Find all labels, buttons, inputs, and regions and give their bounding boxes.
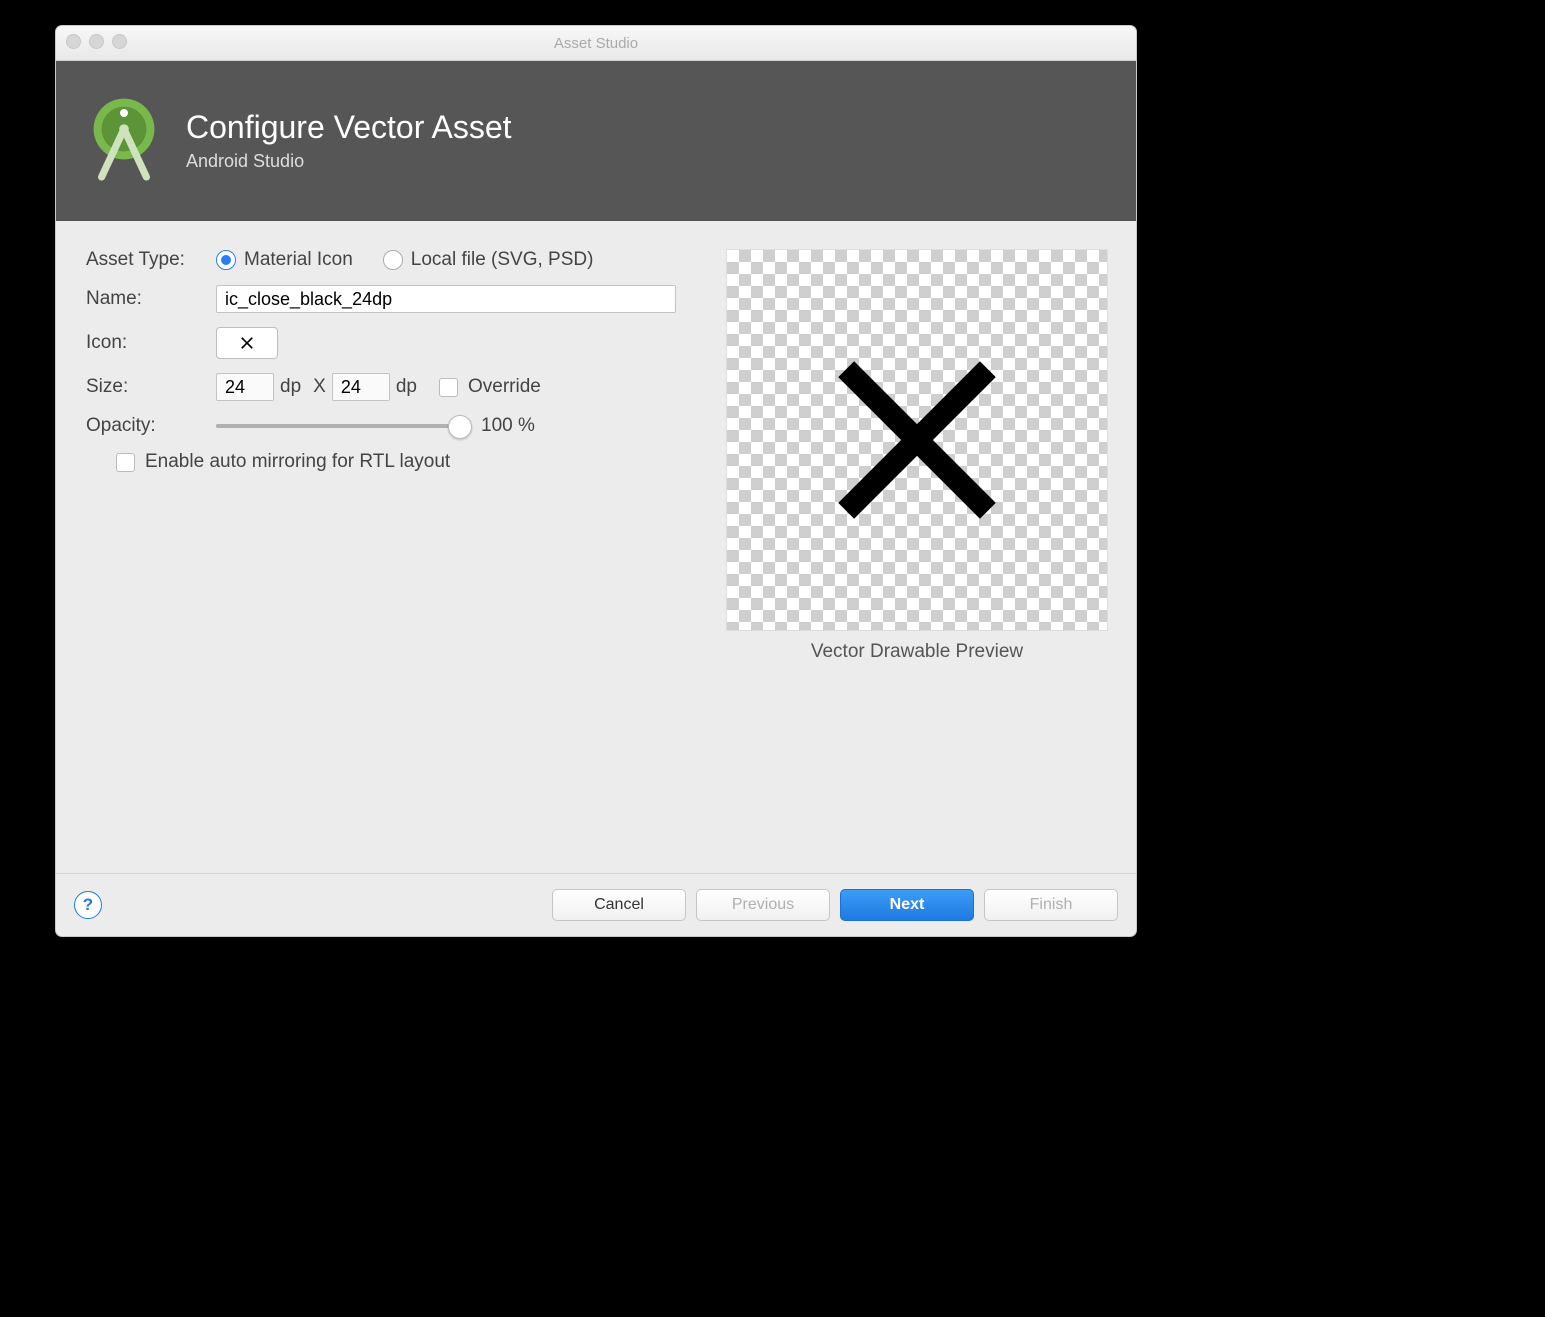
rtl-checkbox[interactable]: [116, 453, 135, 472]
window-title: Asset Studio: [56, 35, 1136, 52]
override-checkbox[interactable]: [439, 378, 458, 397]
footer: ? Cancel Previous Next Finish: [56, 873, 1136, 936]
size-height-input[interactable]: [332, 373, 390, 401]
asset-studio-window: Asset Studio Configure Vector Asset Andr…: [55, 25, 1137, 937]
opacity-label: Opacity:: [86, 415, 216, 437]
name-input[interactable]: [216, 285, 676, 313]
preview-canvas: [726, 249, 1108, 631]
cancel-button[interactable]: Cancel: [552, 889, 686, 921]
icon-picker-button[interactable]: [216, 327, 278, 359]
radio-material-icon[interactable]: [216, 250, 236, 270]
titlebar: Asset Studio: [56, 26, 1136, 61]
size-width-input[interactable]: [216, 373, 274, 401]
override-label: Override: [468, 376, 541, 398]
size-label: Size:: [86, 376, 216, 398]
finish-button[interactable]: Finish: [984, 889, 1118, 921]
window-zoom-button[interactable]: [112, 34, 127, 49]
dp-label-2: dp: [396, 376, 417, 398]
rtl-label: Enable auto mirroring for RTL layout: [145, 451, 450, 473]
traffic-lights: [66, 34, 127, 49]
window-close-button[interactable]: [66, 34, 81, 49]
android-studio-icon: [84, 91, 164, 191]
x-label: X: [313, 376, 326, 398]
close-icon: [237, 333, 257, 353]
help-button[interactable]: ?: [74, 891, 102, 919]
name-label: Name:: [86, 288, 216, 310]
preview-label: Vector Drawable Preview: [726, 641, 1108, 663]
opacity-slider[interactable]: [216, 424, 461, 428]
previous-button[interactable]: Previous: [696, 889, 830, 921]
form-column: Asset Type: Material Icon Local file (SV…: [86, 249, 686, 663]
banner: Configure Vector Asset Android Studio: [56, 61, 1136, 221]
dp-label-1: dp: [280, 376, 301, 398]
opacity-value: 100 %: [481, 415, 535, 437]
banner-title: Configure Vector Asset: [186, 110, 512, 145]
icon-label: Icon:: [86, 332, 216, 354]
preview-column: Vector Drawable Preview: [726, 249, 1108, 663]
asset-type-label: Asset Type:: [86, 249, 216, 271]
banner-subtitle: Android Studio: [186, 151, 512, 172]
radio-local-label: Local file (SVG, PSD): [411, 249, 594, 271]
close-icon-large: [782, 305, 1052, 575]
radio-local-file[interactable]: [383, 250, 403, 270]
radio-material-label: Material Icon: [244, 249, 353, 271]
next-button[interactable]: Next: [840, 889, 974, 921]
window-minimize-button[interactable]: [89, 34, 104, 49]
